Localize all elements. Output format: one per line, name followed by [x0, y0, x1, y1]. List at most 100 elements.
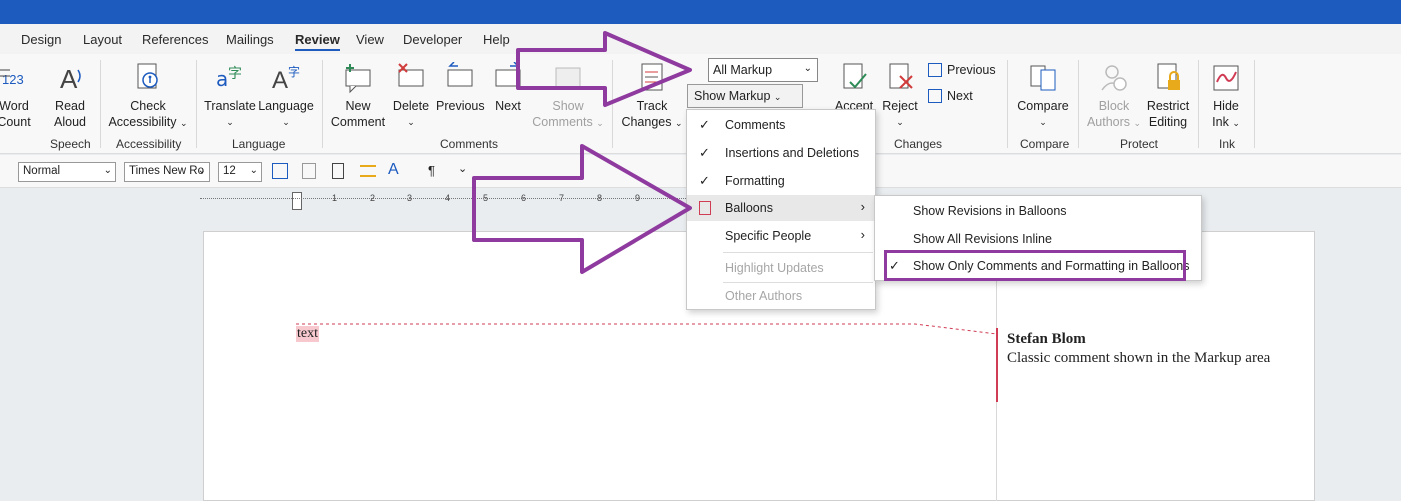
group-label-changes: Changes	[894, 137, 943, 151]
accessibility-icon	[137, 63, 158, 89]
tab-help[interactable]: Help	[483, 32, 510, 47]
menu-item-balloons[interactable]: Balloons ›	[687, 195, 875, 221]
svg-text:a: a	[216, 67, 228, 91]
read-aloud-button[interactable]: A Read Aloud	[50, 62, 90, 130]
checkmark-icon: ✓	[699, 145, 710, 160]
chevron-down-icon: ⌄	[103, 165, 112, 176]
group-label-compare: Compare	[1020, 137, 1070, 151]
comment-body[interactable]: Classic comment shown in the Markup area	[1007, 350, 1270, 367]
svg-text:123: 123	[2, 72, 24, 87]
accept-icon	[843, 63, 867, 89]
previous-comment-button[interactable]: Previous	[436, 62, 485, 114]
compare-button[interactable]: Compare ⌄	[1014, 62, 1072, 130]
chevron-down-icon: ⌄	[674, 118, 683, 128]
show-markup-menu: ✓ Comments ✓ Insertions and Deletions ✓ …	[686, 109, 876, 310]
chevron-down-icon: ⌄	[197, 165, 206, 176]
customize-toolbar-icon[interactable]: ⌄	[458, 162, 467, 175]
previous-comment-icon	[447, 62, 473, 87]
word-count-button[interactable]: 123 Word Count	[0, 62, 32, 130]
chevron-down-icon: ⌄	[596, 118, 604, 128]
chevron-down-icon: ⌄	[1232, 118, 1240, 128]
menu-item-formatting[interactable]: ✓ Formatting	[687, 168, 875, 194]
chevron-down-icon: ⌄	[282, 117, 290, 127]
font-size-dropdown[interactable]: 12 ⌄	[218, 162, 262, 182]
page-icon[interactable]	[332, 163, 344, 179]
annotation-highlight-box	[884, 250, 1186, 281]
translate-button[interactable]: a字 Translate ⌄	[204, 62, 256, 130]
new-comment-button[interactable]: New Comment	[328, 62, 388, 130]
format-painter-icon[interactable]	[302, 163, 316, 179]
hide-ink-button[interactable]: Hide Ink ⌄	[1204, 62, 1248, 131]
group-label-comments: Comments	[440, 137, 499, 151]
restrict-editing-button[interactable]: Restrict Editing	[1144, 62, 1192, 130]
chevron-down-icon: ⌄	[1133, 118, 1142, 128]
ribbon-tab-bar: Design Layout References Mailings Review…	[0, 24, 1401, 54]
menu-item-insertions-deletions[interactable]: ✓ Insertions and Deletions	[687, 140, 875, 166]
paragraph-marks-icon[interactable]: ¶	[428, 163, 435, 178]
indent-marker[interactable]	[292, 192, 302, 210]
next-comment-button[interactable]: Next	[488, 62, 528, 114]
group-label-language: Language	[232, 137, 286, 151]
svg-text:字: 字	[288, 64, 300, 79]
lock-icon	[1157, 63, 1180, 90]
reject-button[interactable]: Reject ⌄	[878, 62, 922, 130]
checkmark-icon: ✓	[699, 173, 710, 188]
balloons-icon	[699, 201, 711, 215]
menu-item-specific-people[interactable]: Specific People ›	[687, 223, 875, 249]
svg-text:字: 字	[228, 66, 242, 82]
tab-design[interactable]: Design	[21, 32, 61, 47]
group-label-ink: Ink	[1219, 137, 1236, 151]
tab-references[interactable]: References	[142, 32, 208, 47]
ink-icon	[1213, 65, 1239, 91]
display-for-review-dropdown[interactable]: All Markup ⌄	[708, 58, 818, 82]
chevron-down-icon: ⌄	[407, 117, 415, 127]
track-changes-button[interactable]: Track Changes ⌄	[620, 62, 684, 131]
menu-item-highlight-updates: Highlight Updates	[725, 261, 824, 275]
checkmark-icon: ✓	[699, 117, 710, 132]
commented-text[interactable]: text	[296, 326, 319, 342]
comment-author: Stefan Blom	[1007, 331, 1086, 347]
read-aloud-icon: A	[60, 64, 81, 94]
title-bar	[0, 0, 1401, 24]
show-markup-button[interactable]: Show Markup ⌄	[687, 84, 803, 108]
chevron-down-icon: ⌄	[249, 165, 258, 176]
tab-layout[interactable]: Layout	[83, 32, 122, 47]
previous-change-button[interactable]: Previous	[928, 63, 996, 77]
block-authors-button[interactable]: Block Authors ⌄	[1084, 62, 1144, 131]
language-button[interactable]: A字 Language ⌄	[258, 62, 314, 130]
delete-comment-icon	[398, 63, 424, 87]
show-comments-button[interactable]: Show Comments ⌄	[532, 62, 604, 131]
group-label-protect: Protect	[1120, 137, 1159, 151]
menu-item-other-authors: Other Authors	[725, 289, 803, 303]
line-spacing-icon[interactable]	[360, 165, 376, 177]
submenu-item-show-revisions-in-balloons[interactable]: Show Revisions in Balloons	[875, 197, 1201, 224]
text-box-icon[interactable]	[272, 163, 288, 179]
check-accessibility-button[interactable]: Check Accessibility ⌄	[106, 62, 190, 131]
previous-change-icon	[928, 63, 942, 77]
tab-view[interactable]: View	[356, 32, 384, 47]
font-dropdown[interactable]: Times New Ro ⌄	[124, 162, 210, 182]
horizontal-ruler: 1 2 3 4 5 6 7 8 9	[200, 192, 700, 210]
delete-comment-button[interactable]: Delete ⌄	[390, 62, 432, 130]
chevron-down-icon: ⌄	[773, 92, 782, 102]
compare-icon	[1030, 65, 1056, 91]
tab-review[interactable]: Review	[295, 32, 340, 51]
track-changes-icon	[641, 63, 663, 91]
chevron-down-icon: ⌄	[1039, 117, 1047, 127]
tab-developer[interactable]: Developer	[403, 32, 462, 47]
svg-text:A: A	[60, 64, 78, 94]
menu-item-comments[interactable]: ✓ Comments	[687, 112, 875, 138]
text-effects-icon[interactable]: A	[388, 161, 399, 179]
accept-button[interactable]: Accept	[830, 62, 878, 114]
new-comment-icon	[345, 64, 371, 94]
submenu-item-show-all-revisions-inline[interactable]: Show All Revisions Inline	[875, 225, 1201, 252]
tab-mailings[interactable]: Mailings	[226, 32, 274, 47]
style-dropdown[interactable]: Normal ⌄	[18, 162, 116, 182]
block-authors-icon	[1101, 65, 1127, 91]
next-comment-icon	[495, 62, 521, 87]
chevron-down-icon: ⌄	[180, 118, 188, 128]
group-label-speech: Speech	[50, 137, 91, 151]
next-change-button[interactable]: Next	[928, 89, 973, 103]
comment-balloon-marker	[996, 328, 998, 402]
next-change-icon	[928, 89, 942, 103]
